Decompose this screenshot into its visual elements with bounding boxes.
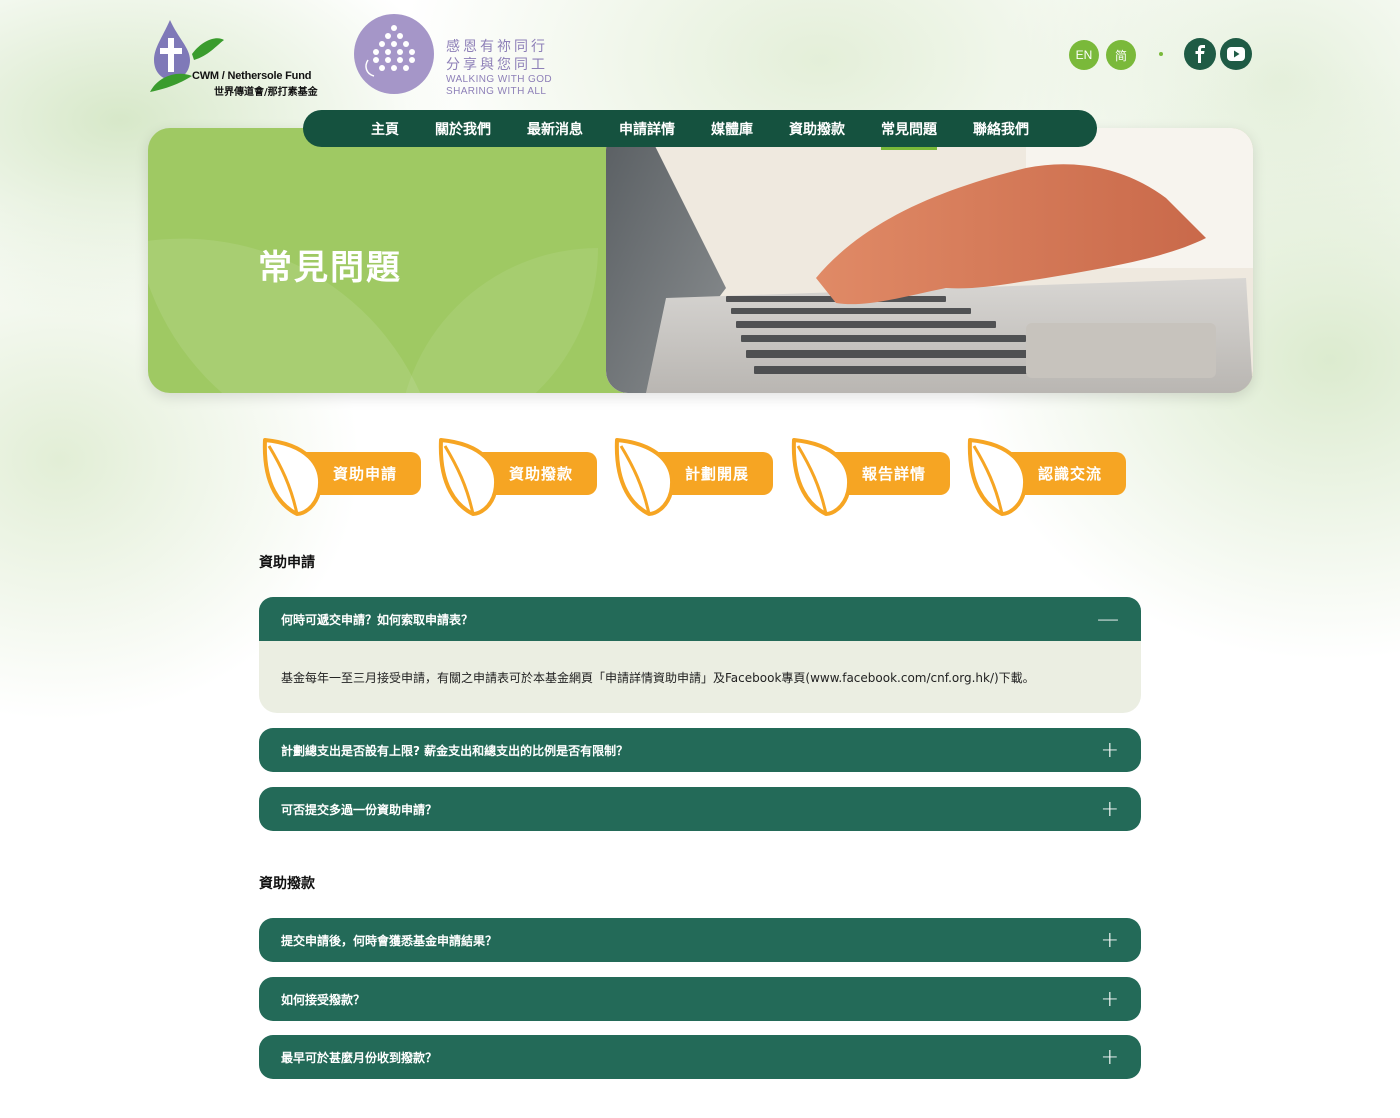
- faq-question[interactable]: 提交申請後，何時會獲悉基金申請結果？ +: [259, 918, 1141, 962]
- nav-faq[interactable]: 常見問題: [863, 119, 955, 150]
- campaign-slogan-en2: SHARING WITH ALL: [446, 86, 547, 97]
- expand-icon: +: [1100, 1044, 1119, 1070]
- divider-dot: [1159, 52, 1163, 56]
- leaf-icon: [262, 438, 323, 516]
- page-banner: 常見問題: [148, 128, 1253, 393]
- faq-question-text: 何時可遞交申請？如何索取申請表？: [281, 612, 474, 627]
- nav-grants[interactable]: 資助撥款: [771, 119, 863, 139]
- faq-question[interactable]: 最早可於甚麼月份收到撥款？ +: [259, 1035, 1141, 1079]
- leaf-decoration: [398, 248, 598, 393]
- faq-answer: 基金每年一至三月接受申請，有關之申請表可於本基金網頁「申請詳情資助申請」及Fac…: [259, 641, 1141, 713]
- leaf-icon: [614, 438, 675, 516]
- page-title: 常見問題: [258, 248, 402, 288]
- faq-question-text: 最早可於甚麼月份收到撥款？: [281, 1050, 438, 1065]
- faq-question[interactable]: 可否提交多過一份資助申請？ +: [259, 787, 1141, 831]
- cwm-logo-text: CWM / Nethersole Fund: [192, 70, 312, 82]
- nav-home[interactable]: 主頁: [353, 119, 417, 139]
- facebook-button[interactable]: [1184, 38, 1216, 70]
- category-project-launch[interactable]: 計劃開展: [611, 436, 781, 518]
- collapse-icon: —: [1097, 606, 1119, 632]
- lang-simplified-button[interactable]: 简: [1106, 40, 1136, 70]
- nav-application[interactable]: 申請詳情: [601, 119, 693, 139]
- category-grant-application[interactable]: 資助申請: [259, 436, 429, 518]
- category-report-details[interactable]: 報告詳情: [788, 436, 958, 518]
- nav-news[interactable]: 最新消息: [509, 119, 601, 139]
- faq-question-text: 提交申請後，何時會獲悉基金申請結果？: [281, 933, 498, 948]
- faq-question[interactable]: 何時可遞交申請？如何索取申請表？ —: [259, 597, 1141, 641]
- faq-question-text: 計劃總支出是否設有上限? 薪金支出和總支出的比例是否有限制？: [281, 743, 629, 758]
- expand-icon: +: [1100, 927, 1119, 953]
- expand-icon: +: [1100, 796, 1119, 822]
- youtube-icon: [1227, 47, 1245, 61]
- faq-question[interactable]: 如何接受撥款？ +: [259, 977, 1141, 1021]
- facebook-icon: [1195, 45, 1205, 63]
- section-heading: 資助申請: [259, 555, 315, 571]
- campaign-logo: 感恩有祢同行 分享與您同工 WALKING WITH GOD SHARING W…: [354, 14, 554, 100]
- laptop-typing-image: [606, 128, 1253, 393]
- faq-question-text: 如何接受撥款？: [281, 992, 366, 1007]
- expand-icon: +: [1100, 986, 1119, 1012]
- campaign-slogan-line1: 感恩有祢同行: [446, 39, 548, 55]
- youtube-button[interactable]: [1220, 38, 1252, 70]
- category-grant-disbursement[interactable]: 資助撥款: [435, 436, 605, 518]
- nav-media[interactable]: 媒體庫: [693, 119, 771, 139]
- nav-contact[interactable]: 聯絡我們: [955, 119, 1047, 139]
- main-nav: 主頁 關於我們 最新消息 申請詳情 媒體庫 資助撥款 常見問題 聯絡我們: [303, 110, 1097, 150]
- cwm-logo[interactable]: CWM / Nethersole Fund 世界傳道會/那打素基金: [148, 16, 338, 98]
- leaf-icon: [438, 438, 499, 516]
- leaf-decoration: [148, 197, 439, 393]
- droplet-circle-icon: [354, 14, 434, 94]
- nav-about[interactable]: 關於我們: [417, 119, 509, 139]
- cwm-logo-chinese: 世界傳道會/那打素基金: [214, 87, 318, 98]
- campaign-slogan-en1: WALKING WITH GOD: [446, 74, 553, 85]
- faq-question-text: 可否提交多過一份資助申請？: [281, 802, 438, 817]
- campaign-slogan-line2: 分享與您同工: [446, 57, 548, 73]
- leaf-icon: [967, 438, 1028, 516]
- category-exchange[interactable]: 認識交流: [964, 436, 1134, 518]
- lang-en-button[interactable]: EN: [1069, 40, 1099, 70]
- section-heading: 資助撥款: [259, 876, 315, 892]
- faq-question[interactable]: 計劃總支出是否設有上限? 薪金支出和總支出的比例是否有限制？ +: [259, 728, 1141, 772]
- leaf-icon: [791, 438, 852, 516]
- expand-icon: +: [1100, 737, 1119, 763]
